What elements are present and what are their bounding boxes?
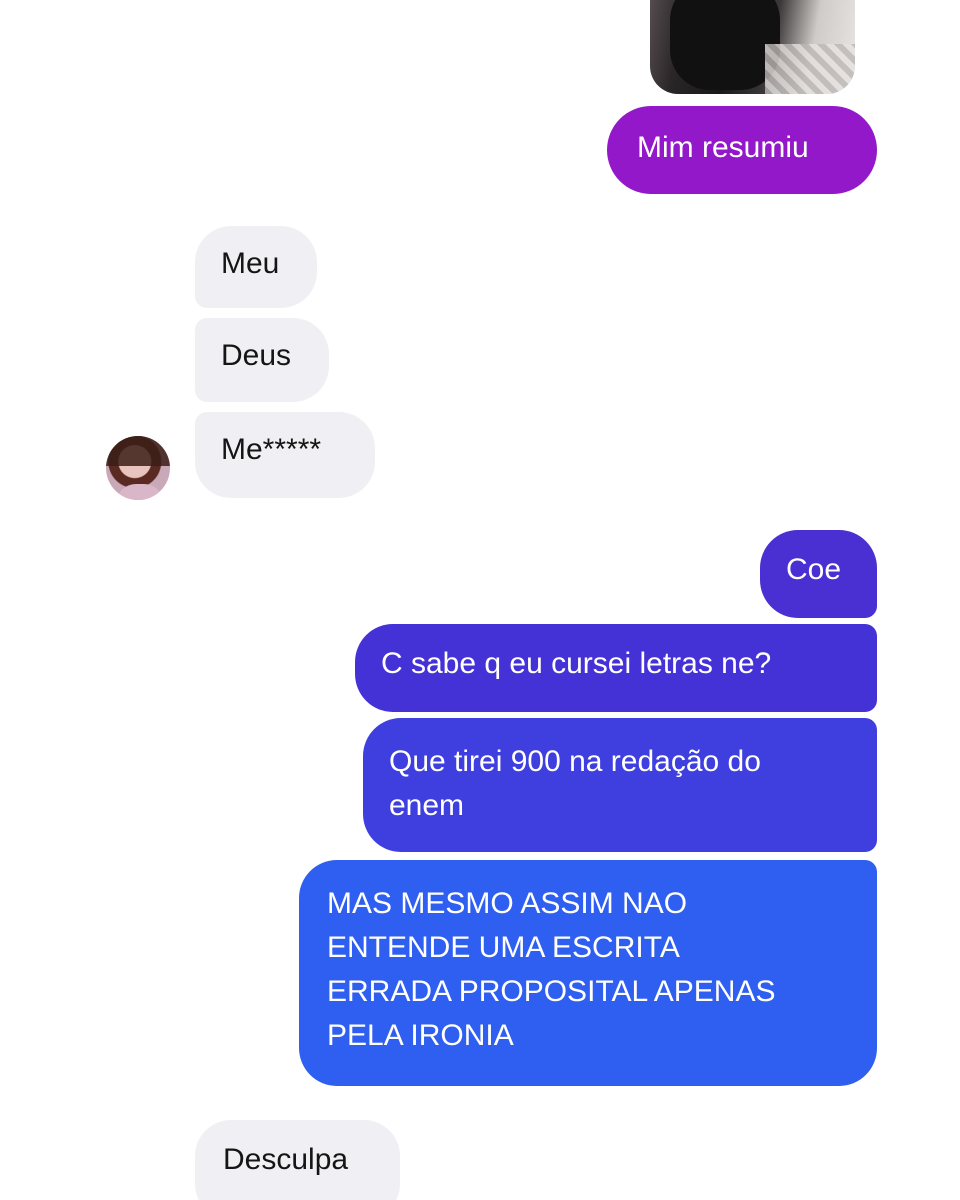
- message-bubble-incoming[interactable]: Me*****: [195, 412, 375, 498]
- message-bubble-outgoing[interactable]: Mim resumiu: [607, 106, 877, 194]
- photo-subject: [670, 0, 780, 90]
- photo-attachment[interactable]: [650, 0, 855, 94]
- message-bubble-outgoing[interactable]: Coe: [760, 530, 877, 618]
- message-bubble-incoming[interactable]: Meu: [195, 226, 317, 308]
- message-bubble-outgoing[interactable]: C sabe q eu cursei letras ne?: [355, 624, 877, 712]
- message-bubble-outgoing[interactable]: Que tirei 900 na redação do enem: [363, 718, 877, 852]
- contact-avatar[interactable]: [106, 436, 170, 500]
- photo-floor: [765, 44, 855, 94]
- avatar-hair: [106, 436, 170, 466]
- chat-thread: Mim resumiu Meu Deus Me***** Coe C sabe …: [0, 0, 960, 1200]
- message-bubble-incoming[interactable]: Desculpa: [195, 1120, 400, 1200]
- message-bubble-outgoing[interactable]: MAS MESMO ASSIM NAO ENTENDE UMA ESCRITA …: [299, 860, 877, 1086]
- message-bubble-incoming[interactable]: Deus: [195, 318, 329, 402]
- avatar-shirt: [116, 484, 164, 500]
